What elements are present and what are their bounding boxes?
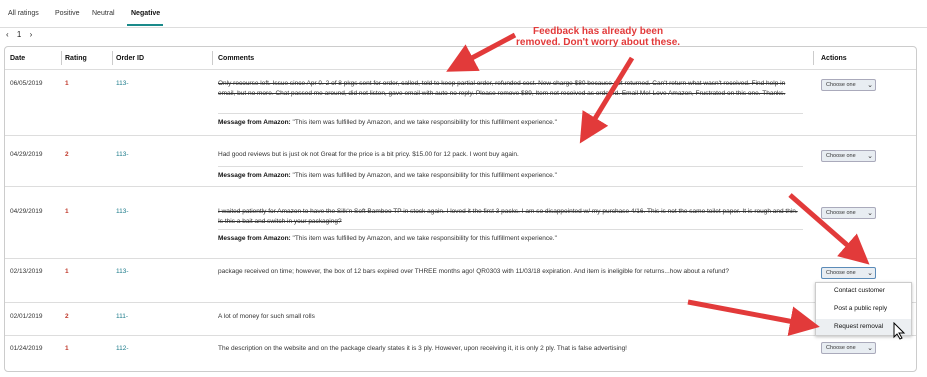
arrow-to-row-2 [579,56,635,144]
arrow-to-row-1 [446,32,517,72]
arrow-to-request-removal [687,299,820,337]
annotation-arrows [446,32,870,337]
arrow-to-open-select [788,193,870,265]
mouse-cursor-icon [893,322,906,340]
